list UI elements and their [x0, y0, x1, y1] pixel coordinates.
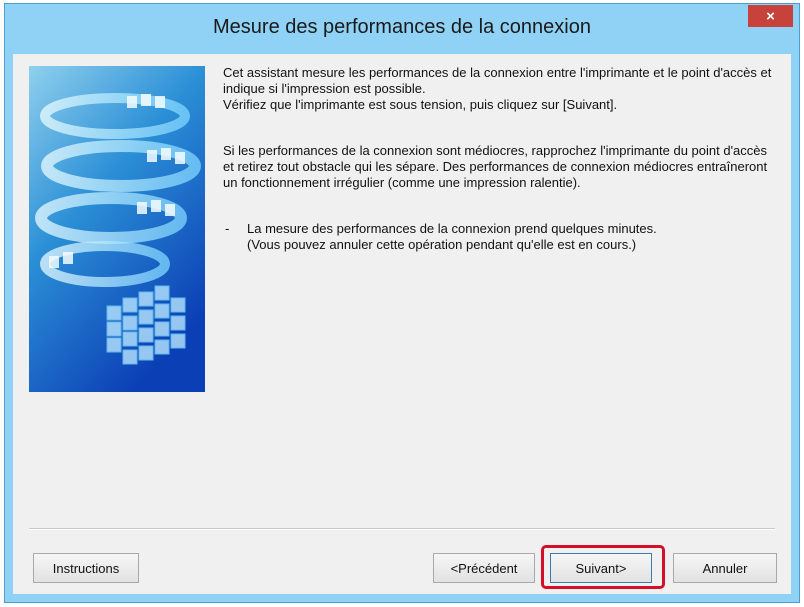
close-icon: × [766, 7, 775, 25]
note-text: La mesure des performances de la connexi… [247, 221, 657, 253]
advice-paragraph: Si les performances de la connexion sont… [223, 143, 768, 190]
description-text: Cet assistant mesure les performances de… [223, 65, 778, 253]
instructions-button[interactable]: Instructions [33, 553, 139, 583]
close-button[interactable]: × [748, 5, 793, 27]
next-button[interactable]: Suivant> [550, 553, 652, 583]
note-line-1: La mesure des performances de la connexi… [247, 221, 657, 236]
intro-line-1: Cet assistant mesure les performances de… [223, 65, 772, 96]
intro-line-2: Vérifiez que l'imprimante est sous tensi… [223, 97, 618, 112]
note-bullet: - La mesure des performances de la conne… [223, 221, 778, 253]
cancel-button[interactable]: Annuler [673, 553, 777, 583]
window-title: Mesure des performances de la connexion [213, 16, 591, 38]
dialog-window: Mesure des performances de la connexion … [4, 3, 800, 603]
title-bar: Mesure des performances de la connexion … [5, 4, 799, 54]
separator-line [29, 528, 775, 530]
previous-button[interactable]: <Précédent [433, 553, 535, 583]
network-spiral-illustration [29, 66, 205, 392]
bullet-dash: - [225, 221, 230, 236]
dialog-body: Cet assistant mesure les performances de… [13, 54, 791, 594]
note-line-2: (Vous pouvez annuler cette opération pen… [247, 237, 637, 252]
